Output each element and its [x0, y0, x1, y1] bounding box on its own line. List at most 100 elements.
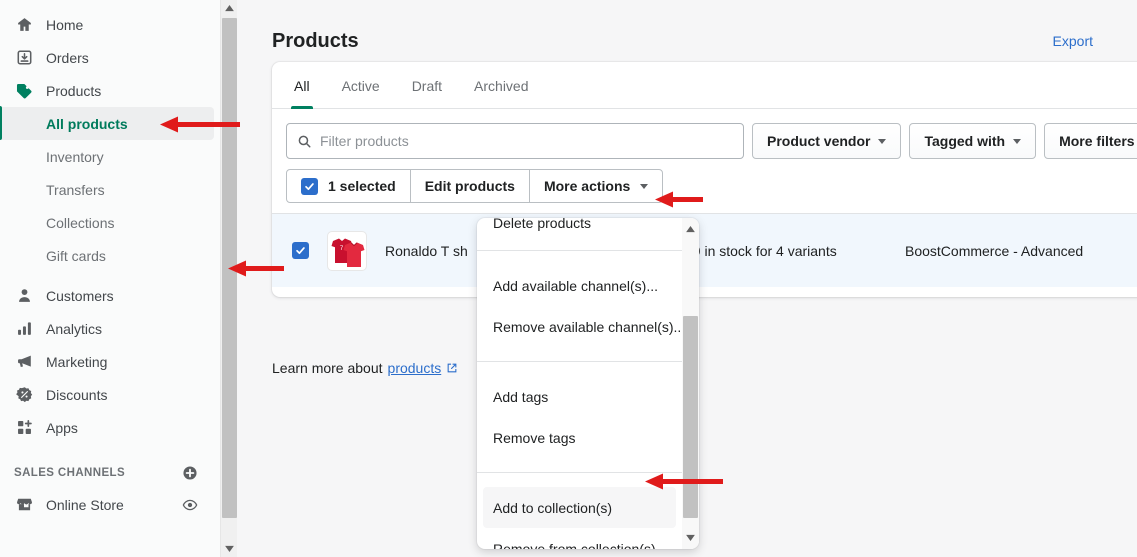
tab-active[interactable]: Active — [326, 62, 396, 109]
tab-archived[interactable]: Archived — [458, 62, 544, 109]
select-all-cell[interactable]: 1 selected — [287, 170, 410, 202]
table-row[interactable]: 7 Ronaldo T sh 99 in stock for 4 variant… — [272, 213, 1137, 287]
sidebar: Home Orders Products All products Invent… — [0, 0, 220, 557]
tab-label: Draft — [411, 77, 443, 94]
select-all-checkbox[interactable] — [301, 177, 318, 195]
more-filters-button[interactable]: More filters — [1044, 123, 1137, 159]
menu-item-remove-available-channels[interactable]: Remove available channel(s)... — [477, 306, 682, 347]
app-window: Home Orders Products All products Invent… — [0, 0, 1137, 557]
sidebar-subitem-label: All products — [46, 115, 128, 132]
more-actions-label: More actions — [543, 178, 631, 194]
filter-button-label: Product vendor — [767, 133, 871, 149]
home-icon — [14, 15, 34, 35]
menu-separator — [477, 472, 682, 473]
sidebar-item-label: Analytics — [46, 320, 103, 337]
sidebar-scrollbar[interactable] — [220, 0, 237, 557]
dropdown-scrollbar[interactable] — [682, 218, 699, 549]
sidebar-item-analytics[interactable]: Analytics — [0, 312, 220, 345]
more-actions-button[interactable]: More actions — [528, 170, 662, 202]
menu-item-delete-products[interactable]: Delete products — [477, 218, 682, 243]
sidebar-item-apps[interactable]: Apps — [0, 411, 220, 444]
sidebar-subitem-label: Collections — [46, 214, 115, 231]
products-help-link[interactable]: products — [388, 360, 442, 376]
sidebar-item-transfers[interactable]: Transfers — [0, 173, 220, 206]
tab-label: Active — [341, 77, 380, 94]
sidebar-item-customers[interactable]: Customers — [0, 279, 220, 312]
menu-item-remove-tags[interactable]: Remove tags — [477, 417, 682, 458]
menu-separator — [477, 361, 682, 362]
scroll-up-arrow-icon[interactable] — [221, 0, 238, 17]
chevron-down-icon — [1013, 138, 1022, 144]
search-icon — [297, 134, 312, 149]
sidebar-item-label: Marketing — [46, 353, 108, 370]
menu-item-label: Add available channel(s)... — [493, 277, 658, 294]
product-row-checkbox[interactable] — [292, 242, 309, 259]
eye-icon[interactable] — [182, 497, 198, 513]
dropdown-list: Delete products Add available channel(s)… — [477, 218, 682, 549]
sidebar-item-home[interactable]: Home — [0, 8, 220, 41]
sidebar-subitem-label: Gift cards — [46, 247, 106, 264]
sidebar-item-label: Orders — [46, 49, 89, 66]
dropdown-scrollbar-thumb[interactable] — [683, 316, 698, 518]
bulk-actions-bar: 1 selected Edit products More actions — [286, 169, 664, 203]
sidebar-item-label: Home — [46, 16, 84, 33]
menu-item-add-to-collections[interactable]: Add to collection(s) — [483, 487, 676, 528]
sidebar-item-orders[interactable]: Orders — [0, 41, 220, 74]
more-actions-dropdown: Delete products Add available channel(s)… — [477, 218, 699, 549]
products-card: All Active Draft Archived Filter product… — [272, 62, 1137, 297]
menu-item-label: Remove from collection(s) — [493, 540, 656, 550]
sales-channels-title: SALES CHANNELS — [14, 467, 126, 479]
sidebar-scrollbar-thumb[interactable] — [222, 18, 237, 518]
tab-label: Archived — [474, 77, 529, 94]
menu-item-label: Remove available channel(s)... — [493, 318, 682, 335]
sidebar-item-inventory[interactable]: Inventory — [0, 140, 220, 173]
sidebar-item-online-store[interactable]: Online Store — [0, 488, 220, 521]
menu-item-label: Delete products — [493, 218, 592, 231]
sidebar-item-label: Products — [46, 82, 102, 99]
learn-more-prefix: Learn more about — [272, 360, 383, 376]
dropdown-scroll-viewport: Delete products Add available channel(s)… — [477, 218, 682, 549]
sidebar-item-label: Customers — [46, 287, 114, 304]
bulk-actions-row: 1 selected Edit products More actions — [272, 169, 1137, 203]
menu-item-label: Add to collection(s) — [493, 499, 613, 516]
learn-more-text: Learn more about products — [272, 360, 458, 376]
menu-item-add-available-channels[interactable]: Add available channel(s)... — [477, 265, 682, 306]
sidebar-item-discounts[interactable]: Discounts — [0, 378, 220, 411]
scroll-up-arrow-icon[interactable] — [682, 221, 699, 238]
sidebar-subitem-label: Transfers — [46, 181, 105, 198]
sidebar-item-all-products[interactable]: All products — [0, 106, 214, 140]
menu-item-remove-from-collections[interactable]: Remove from collection(s) — [477, 528, 682, 550]
chevron-down-icon — [878, 138, 887, 144]
menu-item-label: Remove tags — [493, 429, 576, 446]
scroll-down-arrow-icon[interactable] — [682, 529, 699, 546]
tagged-with-filter-button[interactable]: Tagged with — [909, 123, 1037, 159]
edit-products-button[interactable]: Edit products — [409, 170, 529, 202]
search-input[interactable]: Filter products — [320, 133, 409, 149]
selected-count-label: 1 selected — [328, 178, 396, 194]
filter-row: Filter products Product vendor Tagged wi… — [272, 109, 1137, 169]
tab-bar: All Active Draft Archived — [272, 62, 1137, 109]
export-button[interactable]: Export — [1047, 29, 1099, 53]
menu-item-label: Add tags — [493, 388, 549, 405]
filter-button-label: Tagged with — [924, 133, 1006, 149]
sidebar-item-collections[interactable]: Collections — [0, 206, 220, 239]
discount-badge-icon — [14, 385, 34, 405]
product-vendor-filter-button[interactable]: Product vendor — [752, 123, 902, 159]
menu-item-add-tags[interactable]: Add tags — [477, 376, 682, 417]
tab-all[interactable]: All — [278, 62, 326, 109]
scroll-down-arrow-icon[interactable] — [221, 540, 238, 557]
menu-separator — [477, 250, 682, 251]
sidebar-item-label: Apps — [46, 419, 78, 436]
sidebar-item-marketing[interactable]: Marketing — [0, 345, 220, 378]
external-link-icon — [446, 362, 458, 374]
orders-icon — [14, 48, 34, 68]
tab-draft[interactable]: Draft — [396, 62, 458, 109]
tab-label: All — [294, 77, 310, 94]
sidebar-item-gift-cards[interactable]: Gift cards — [0, 239, 220, 272]
search-input-wrapper[interactable]: Filter products — [286, 123, 744, 159]
card-bottom-padding — [272, 287, 1137, 297]
plus-circle-icon[interactable] — [182, 465, 198, 481]
person-icon — [14, 286, 34, 306]
product-thumbnail: 7 — [327, 230, 367, 271]
sidebar-item-products[interactable]: Products — [0, 74, 220, 107]
